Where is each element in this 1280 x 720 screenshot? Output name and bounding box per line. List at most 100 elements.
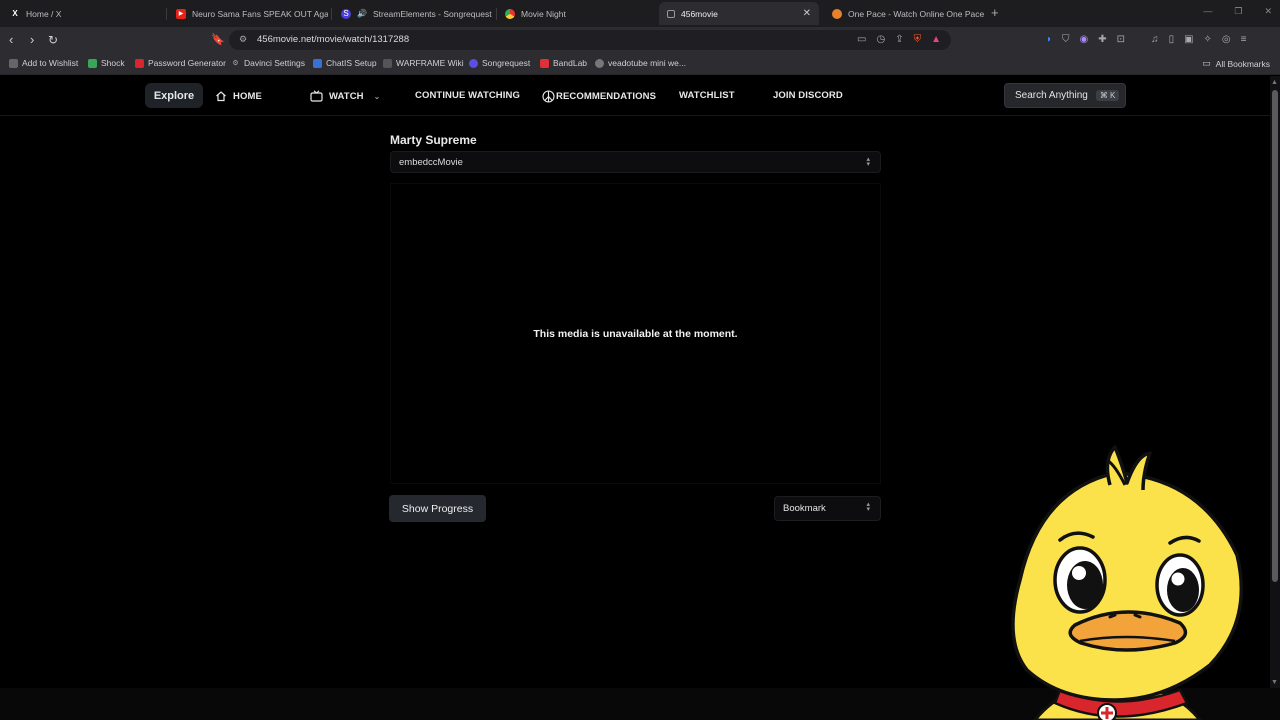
nav-continue-watching[interactable]: CONTINUE WATCHING bbox=[415, 90, 520, 101]
url-text[interactable]: 456movie.net/movie/watch/1317288 bbox=[257, 34, 409, 45]
bookmark-item[interactable]: Songrequest bbox=[469, 58, 530, 68]
browser-toolbar: ‹ › ↻ 🔖 ⚙ 456movie.net/movie/watch/13172… bbox=[0, 27, 1280, 53]
tab-youtube[interactable]: ▶ Neuro Sama Fans SPEAK OUT Agains bbox=[168, 2, 328, 25]
back-icon[interactable]: ‹ bbox=[9, 32, 13, 48]
bookmark-item[interactable]: Shock bbox=[88, 58, 125, 68]
search-label: Search Anything bbox=[1015, 90, 1088, 101]
screenshot-icon[interactable]: ⊡ bbox=[1117, 34, 1125, 45]
address-bar[interactable]: ⚙ 456movie.net/movie/watch/1317288 ▭ ◷ ⇪… bbox=[229, 30, 951, 50]
tab-title: One Pace - Watch Online One Pace V bbox=[848, 8, 984, 19]
new-tab-icon[interactable]: + bbox=[991, 5, 999, 20]
tab-title: Neuro Sama Fans SPEAK OUT Agains bbox=[192, 8, 328, 19]
bookmark-item[interactable]: ⚙ Davinci Settings bbox=[231, 58, 305, 68]
sidebar-icon[interactable]: ▯ bbox=[1169, 34, 1175, 45]
bookmark-item[interactable]: ChatIS Setup bbox=[313, 58, 377, 68]
all-bookmarks[interactable]: ▭ All Bookmarks bbox=[1202, 58, 1270, 69]
menu-icon[interactable]: ≡ bbox=[1241, 34, 1247, 45]
nav-join-discord[interactable]: JOIN DISCORD bbox=[773, 90, 843, 101]
select-arrows-icon: ▴ ▾ bbox=[866, 156, 870, 168]
source-select-value: embedccMovie bbox=[399, 156, 463, 168]
bookmark-select-value: Bookmark bbox=[783, 503, 826, 514]
nav-watch[interactable]: WATCH ⌄ bbox=[310, 90, 380, 102]
share-icon[interactable]: ⇪ bbox=[895, 34, 903, 45]
window-controls: — ❐ ✕ bbox=[1203, 6, 1272, 17]
gear-icon: ⚙ bbox=[232, 59, 239, 67]
shield-icon[interactable]: ⛉ bbox=[1062, 34, 1070, 45]
bookmark-icon bbox=[313, 58, 322, 68]
wallet-icon[interactable]: ▣ bbox=[1184, 34, 1193, 45]
bookmark-select[interactable]: Bookmark ▴ ▾ bbox=[774, 496, 881, 521]
chrome-icon bbox=[505, 8, 515, 19]
extension-icon[interactable]: ◉ bbox=[1080, 34, 1089, 45]
cast-icon[interactable]: ▭ bbox=[857, 34, 866, 45]
tab-title: 456movie bbox=[681, 8, 718, 19]
bookmark-item[interactable]: Password Generator bbox=[135, 58, 226, 68]
bookmarks-bar: Add to Wishlist Shock Password Generator… bbox=[0, 53, 1280, 75]
x-logo-icon: X bbox=[12, 9, 18, 18]
nav-watchlist[interactable]: WATCHLIST bbox=[679, 90, 735, 101]
browser-tab-bar: X Home / X ▶ Neuro Sama Fans SPEAK OUT A… bbox=[0, 0, 1280, 27]
close-tab-icon[interactable]: ✕ bbox=[803, 8, 811, 19]
vpn-icon[interactable]: ◎ bbox=[1222, 34, 1231, 45]
movie-title: Marty Supreme bbox=[390, 133, 477, 147]
recommendations-icon bbox=[542, 90, 555, 103]
speaker-icon: 🔊 bbox=[357, 9, 367, 18]
bookmark-item[interactable]: Add to Wishlist bbox=[9, 58, 78, 68]
select-arrows-icon: ▴ ▾ bbox=[866, 501, 870, 513]
bookmark-item[interactable]: BandLab bbox=[540, 58, 587, 68]
tab-streamelements[interactable]: S 🔊 StreamElements - Songrequest bbox=[333, 2, 493, 25]
history-icon[interactable]: ◷ bbox=[876, 34, 885, 45]
bookmark-icon bbox=[88, 58, 97, 68]
search-button[interactable]: Search Anything ⌘ K bbox=[1004, 83, 1126, 108]
explore-button[interactable]: Explore bbox=[145, 83, 203, 108]
puzzle-icon[interactable]: ✚ bbox=[1098, 34, 1106, 45]
source-select[interactable]: embedccMovie ▴ ▾ bbox=[390, 151, 881, 173]
scroll-down-icon[interactable]: ▼ bbox=[1271, 679, 1278, 686]
site-info-icon[interactable]: ⚙ bbox=[239, 34, 247, 45]
video-player[interactable]: This media is unavailable at the moment. bbox=[390, 183, 881, 484]
bookmark-icon bbox=[9, 58, 18, 68]
close-window-icon[interactable]: ✕ bbox=[1264, 6, 1272, 17]
bookmark-icon bbox=[540, 58, 549, 68]
duck-mascot-overlay bbox=[1011, 445, 1244, 720]
tab-title: StreamElements - Songrequest bbox=[372, 8, 492, 19]
reload-icon[interactable]: ↻ bbox=[48, 32, 58, 48]
chevron-down-icon: ⌄ bbox=[373, 91, 381, 101]
tab-title: Home / X bbox=[26, 8, 62, 19]
page-icon bbox=[667, 9, 675, 18]
streamelements-icon: S bbox=[341, 8, 351, 19]
music-icon[interactable]: ♫ bbox=[1151, 34, 1159, 45]
tab-title: Movie Night bbox=[521, 8, 566, 19]
tab-one-pace[interactable]: One Pace - Watch Online One Pace V bbox=[824, 2, 984, 25]
nav-recommendations[interactable]: RECOMMENDATIONS bbox=[542, 90, 656, 103]
onepace-icon bbox=[832, 8, 842, 19]
forward-icon[interactable]: › bbox=[30, 32, 34, 48]
bookmark-icon bbox=[383, 58, 392, 68]
tv-icon bbox=[310, 90, 323, 102]
scrollbar-thumb[interactable] bbox=[1272, 90, 1278, 582]
youtube-icon: ▶ bbox=[176, 8, 186, 19]
brave-rewards-icon[interactable]: ▲ bbox=[931, 34, 941, 45]
extension-icon[interactable]: ◗ bbox=[1046, 34, 1052, 45]
keyboard-shortcut: ⌘ K bbox=[1095, 90, 1120, 101]
tab-456movie[interactable]: 456movie ✕ bbox=[659, 2, 819, 25]
home-icon bbox=[216, 91, 226, 102]
leo-ai-icon[interactable]: ✧ bbox=[1204, 34, 1212, 45]
extension-icons: ◗ ⛉ ◉ ✚ ⊡ ♫ ▯ ▣ ✧ ◎ ≡ bbox=[1046, 34, 1247, 45]
show-progress-button[interactable]: Show Progress bbox=[389, 495, 486, 522]
maximize-icon[interactable]: ❐ bbox=[1234, 6, 1242, 17]
globe-icon bbox=[595, 58, 604, 68]
site-navbar: Explore HOME WATCH ⌄ CONTINUE WATCHING R… bbox=[0, 76, 1270, 116]
folder-icon: ▭ bbox=[1202, 58, 1211, 68]
bookmark-icon bbox=[135, 58, 144, 68]
brave-shield-icon[interactable]: ⛨ bbox=[914, 34, 922, 45]
scroll-up-icon[interactable]: ▲ bbox=[1271, 79, 1278, 86]
minimize-icon[interactable]: — bbox=[1203, 6, 1212, 17]
bookmark-item[interactable]: WARFRAME Wiki bbox=[383, 58, 464, 68]
tab-movie-night[interactable]: Movie Night bbox=[497, 2, 657, 25]
nav-home[interactable]: HOME bbox=[215, 90, 262, 102]
player-message: This media is unavailable at the moment. bbox=[533, 327, 738, 340]
bookmark-page-icon[interactable]: 🔖 bbox=[211, 32, 225, 48]
tab-home-x[interactable]: X Home / X bbox=[2, 2, 162, 25]
bookmark-item[interactable]: veadotube mini we... bbox=[595, 58, 686, 68]
